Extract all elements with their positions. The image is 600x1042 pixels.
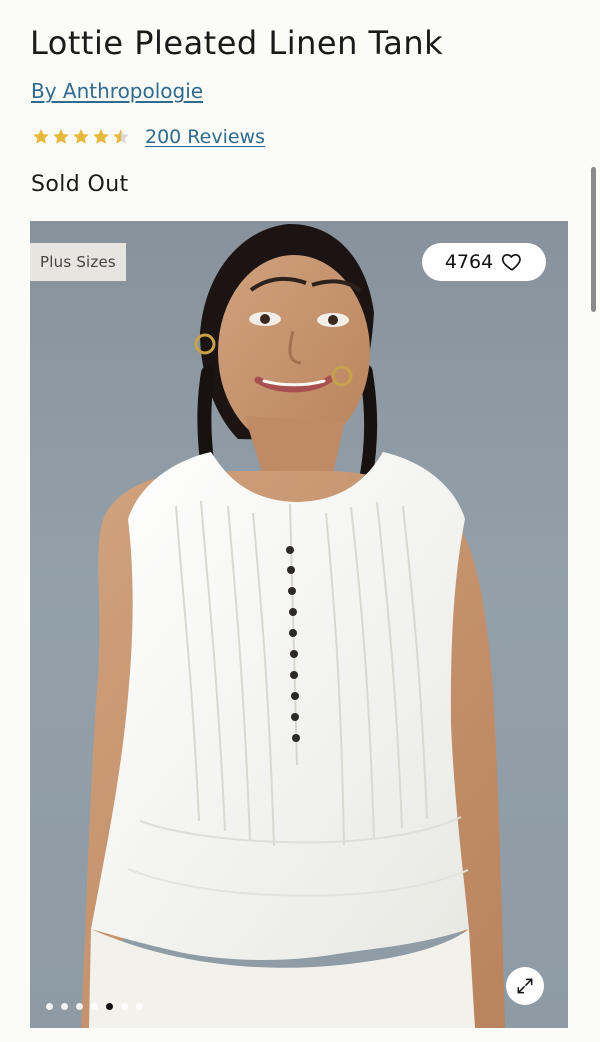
rating-row: 200 Reviews [31,124,265,150]
star-icon [73,129,89,144]
product-title: Lottie Pleated Linen Tank [30,24,444,62]
star-icon [33,129,49,144]
like-count: 4764 [444,251,494,273]
star-icon [53,129,69,144]
product-image[interactable]: Plus Sizes 4764 [30,221,568,1028]
reviews-link[interactable]: 200 Reviews [145,126,265,148]
scrollbar[interactable] [591,167,596,312]
half-star-icon [113,129,129,144]
rating-stars [31,127,131,147]
favorite-button[interactable]: 4764 [422,243,546,281]
pager-dot[interactable] [76,1003,83,1010]
model-wearing-tank [81,223,505,1028]
active-pager-dot[interactable] [106,1003,113,1010]
pager-dot[interactable] [46,1003,53,1010]
brand-link[interactable]: By Anthropologie [31,79,203,103]
image-pager[interactable] [46,1003,143,1010]
stock-status: Sold Out [31,172,129,197]
pager-dot[interactable] [91,1003,98,1010]
heart-icon [502,253,521,271]
pager-dot[interactable] [121,1003,128,1010]
star-icon [93,129,109,144]
pager-dot[interactable] [136,1003,143,1010]
expand-icon [517,978,533,994]
size-badge[interactable]: Plus Sizes [30,243,126,281]
expand-image-button[interactable] [506,967,544,1005]
pager-dot[interactable] [61,1003,68,1010]
